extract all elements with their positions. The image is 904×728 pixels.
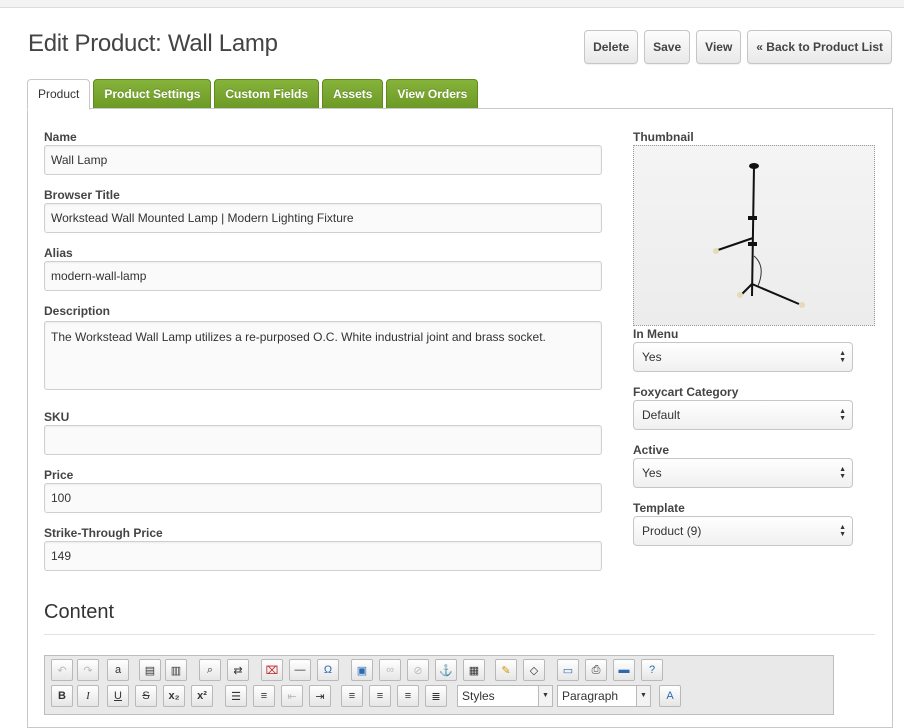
align-left-icon[interactable]: ≡ — [341, 685, 363, 707]
superscript-icon[interactable]: x² — [191, 685, 213, 707]
active-select[interactable]: Yes ▲ ▼ — [633, 458, 853, 488]
select-all-icon[interactable]: a — [107, 659, 129, 681]
content-divider — [44, 634, 875, 635]
chevron-down-icon: ▼ — [538, 686, 552, 706]
format-dropdown[interactable]: Paragraph ▼ — [557, 685, 651, 707]
name-input[interactable]: Wall Lamp — [44, 145, 602, 175]
top-action-bar: Delete Save View « Back to Product List — [584, 30, 892, 64]
tab-assets[interactable]: Assets — [322, 79, 384, 109]
in-menu-label: In Menu — [633, 327, 679, 341]
page-title: Edit Product: Wall Lamp — [28, 30, 278, 57]
html-source-icon[interactable]: ▬ — [613, 659, 635, 681]
bullet-list-icon[interactable]: ☰ — [225, 685, 247, 707]
find-icon[interactable]: ⌕ — [199, 659, 221, 681]
sku-input[interactable] — [44, 425, 602, 455]
print-icon[interactable]: ⎙ — [585, 659, 607, 681]
view-button[interactable]: View — [696, 30, 742, 64]
strikethrough-icon[interactable]: S — [135, 685, 157, 707]
tab-bar: Product Product Settings Custom Fields A… — [27, 79, 479, 110]
active-value: Yes — [642, 466, 662, 480]
name-label: Name — [44, 130, 77, 144]
undo-icon[interactable]: ↶ — [51, 659, 73, 681]
link-icon[interactable]: ∞ — [379, 659, 401, 681]
price-label: Price — [44, 468, 74, 482]
thumbnail-label: Thumbnail — [633, 130, 694, 144]
template-select[interactable]: Product (9) ▲ ▼ — [633, 516, 853, 546]
wall-lamp-image — [713, 163, 805, 308]
description-label: Description — [44, 304, 111, 318]
in-menu-value: Yes — [642, 350, 662, 364]
back-to-product-list-button[interactable]: « Back to Product List — [747, 30, 892, 64]
anchor-icon[interactable]: ⚓ — [435, 659, 457, 681]
remove-format-icon[interactable]: ⌧ — [261, 659, 283, 681]
content-heading: Content — [44, 601, 115, 623]
highlight-icon[interactable]: ✎ — [495, 659, 517, 681]
format-dropdown-value: Paragraph — [562, 689, 619, 703]
strike-through-price-label: Strike-Through Price — [44, 526, 163, 540]
justify-icon[interactable]: ≣ — [425, 685, 447, 707]
horizontal-rule-icon[interactable]: — — [289, 659, 311, 681]
tab-view-orders[interactable]: View Orders — [386, 79, 479, 109]
help-icon[interactable]: ? — [641, 659, 663, 681]
styles-dropdown-value: Styles — [462, 689, 495, 703]
font-color-icon[interactable]: A — [659, 685, 681, 707]
italic-icon[interactable]: I — [77, 685, 99, 707]
rich-text-editor-toolbar: ↶ ↷ a ▤ ▥ ⌕ ⇄ ⌧ — Ω ▣ ∞ ⊘ ⚓ ▦ ✎ ◇ ▭ ⎙ ▬ … — [44, 655, 834, 715]
strike-through-price-input[interactable]: 149 — [44, 541, 602, 571]
select-arrows-icon: ▲ ▼ — [839, 466, 846, 480]
alias-label: Alias — [44, 246, 73, 260]
browser-title-input[interactable]: Workstead Wall Mounted Lamp | Modern Lig… — [44, 203, 602, 233]
outdent-icon[interactable]: ⇤ — [281, 685, 303, 707]
tab-product-settings[interactable]: Product Settings — [93, 79, 212, 109]
align-right-icon[interactable]: ≡ — [397, 685, 419, 707]
preview-icon[interactable]: ▭ — [557, 659, 579, 681]
redo-icon[interactable]: ↷ — [77, 659, 99, 681]
browser-title-label: Browser Title — [44, 188, 120, 202]
foxycart-category-value: Default — [642, 408, 681, 422]
sku-label: SKU — [44, 410, 70, 424]
template-value: Product (9) — [642, 524, 702, 538]
eraser-icon[interactable]: ◇ — [523, 659, 545, 681]
description-textarea[interactable]: The Workstead Wall Lamp utilizes a re-pu… — [44, 321, 602, 390]
replace-icon[interactable]: ⇄ — [227, 659, 249, 681]
insert-image-icon[interactable]: ▣ — [351, 659, 373, 681]
unlink-icon[interactable]: ⊘ — [407, 659, 429, 681]
bold-icon[interactable]: B — [51, 685, 73, 707]
save-button[interactable]: Save — [644, 30, 691, 64]
delete-button[interactable]: Delete — [584, 30, 639, 64]
tab-product[interactable]: Product — [27, 79, 91, 110]
select-arrows-icon: ▲ ▼ — [839, 524, 846, 538]
alias-input[interactable]: modern-wall-lamp — [44, 261, 602, 291]
indent-icon[interactable]: ⇥ — [309, 685, 331, 707]
select-arrows-icon: ▲ ▼ — [839, 350, 846, 364]
select-arrows-icon: ▲ ▼ — [839, 408, 846, 422]
underline-icon[interactable]: U — [107, 685, 129, 707]
active-label: Active — [633, 443, 670, 457]
numbered-list-icon[interactable]: ≡ — [253, 685, 275, 707]
align-center-icon[interactable]: ≡ — [369, 685, 391, 707]
foxycart-category-select[interactable]: Default ▲ ▼ — [633, 400, 853, 430]
price-input[interactable]: 100 — [44, 483, 602, 513]
foxycart-category-label: Foxycart Category — [633, 385, 739, 399]
chevron-down-icon: ▼ — [636, 686, 650, 706]
special-character-icon[interactable]: Ω — [317, 659, 339, 681]
thumbnail-image[interactable] — [633, 145, 875, 326]
template-label: Template — [633, 501, 685, 515]
insert-media-icon[interactable]: ▦ — [463, 659, 485, 681]
paste-icon[interactable]: ▤ — [139, 659, 161, 681]
styles-dropdown[interactable]: Styles ▼ — [457, 685, 553, 707]
window-top-border — [0, 0, 904, 8]
in-menu-select[interactable]: Yes ▲ ▼ — [633, 342, 853, 372]
tab-custom-fields[interactable]: Custom Fields — [214, 79, 320, 109]
subscript-icon[interactable]: x₂ — [163, 685, 185, 707]
paste-word-icon[interactable]: ▥ — [165, 659, 187, 681]
